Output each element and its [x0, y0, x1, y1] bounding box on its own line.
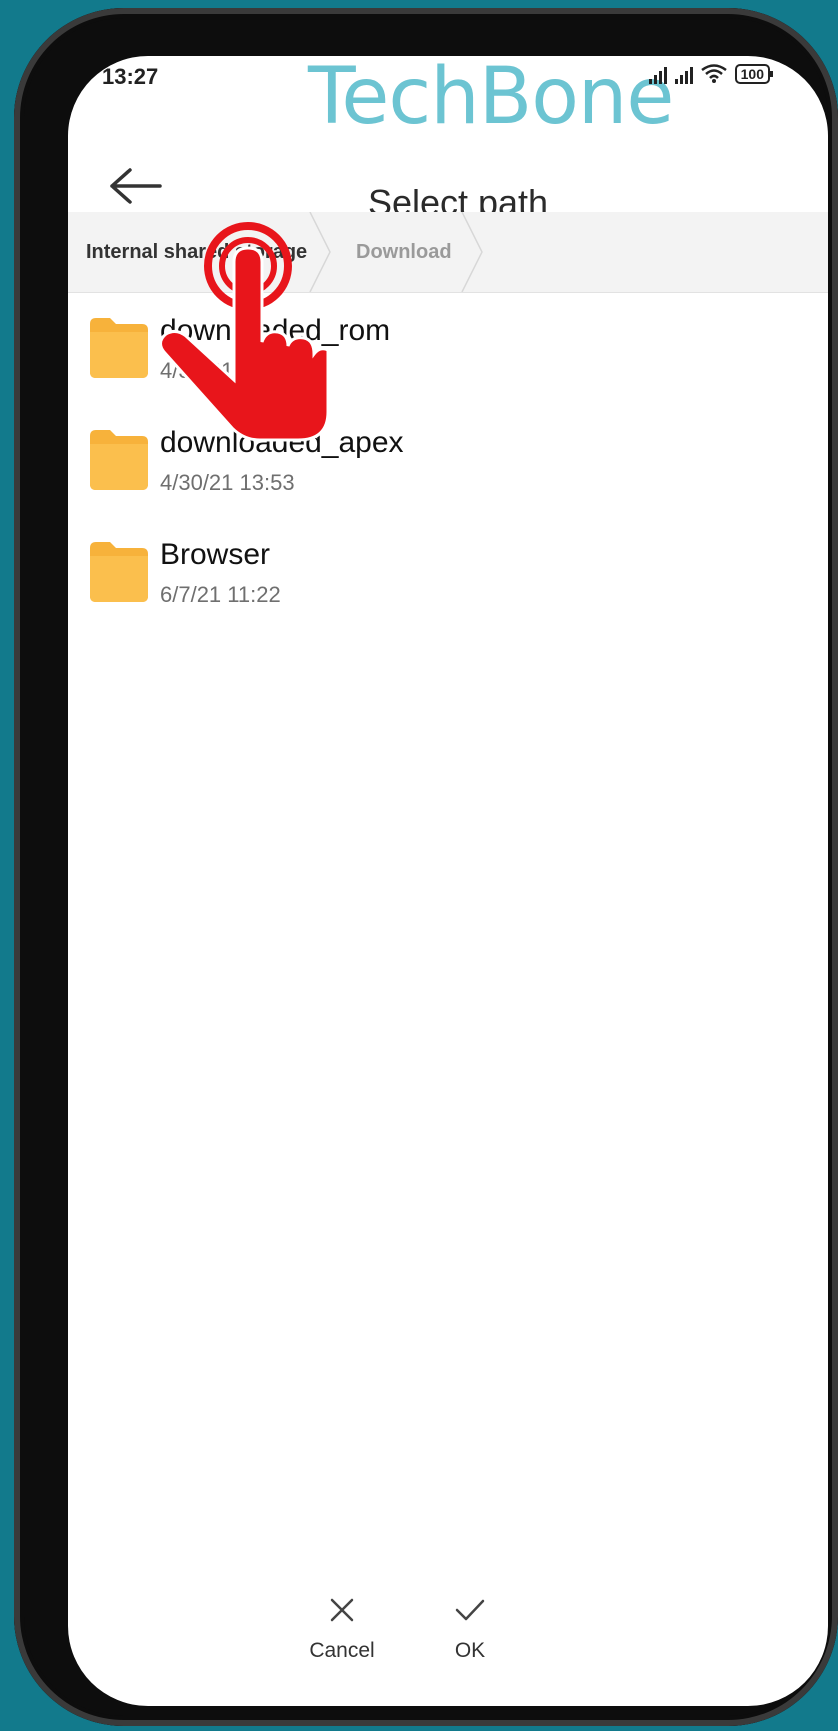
- cancel-label: Cancel: [309, 1639, 375, 1662]
- phone-frame: 13:27 TechBone 100 Select path Internal …: [14, 8, 838, 1726]
- bottom-action-bar: Cancel OK: [68, 1556, 828, 1706]
- status-bar: 13:27 TechBone 100: [68, 56, 828, 142]
- status-icons: 100: [648, 64, 774, 84]
- cancel-button[interactable]: Cancel: [282, 1596, 402, 1663]
- folder-icon: [90, 542, 148, 602]
- chevron-right-icon: [461, 212, 483, 292]
- close-icon: [330, 1598, 354, 1622]
- ok-button[interactable]: OK: [410, 1596, 530, 1663]
- folder-date: 6/7/21 11:22: [160, 582, 281, 607]
- ok-label: OK: [454, 1639, 486, 1662]
- folder-name: Browser: [160, 538, 271, 571]
- check-icon: [455, 1599, 485, 1621]
- folder-icon: [90, 430, 148, 490]
- folder-icon: [90, 318, 148, 378]
- signal-icon-2: [674, 64, 693, 84]
- wifi-icon: [700, 64, 727, 83]
- signal-icon: [648, 64, 667, 84]
- status-time: 13:27: [102, 64, 159, 89]
- battery-icon: 100: [734, 64, 774, 84]
- folder-date: 4/30/21 13:53: [160, 470, 295, 495]
- phone-screen: 13:27 TechBone 100 Select path Internal …: [68, 56, 828, 1706]
- breadcrumb-download[interactable]: Download: [356, 212, 452, 292]
- tap-hand-icon: [159, 222, 328, 442]
- list-item[interactable]: Browser 6/7/21 11:22: [68, 516, 828, 628]
